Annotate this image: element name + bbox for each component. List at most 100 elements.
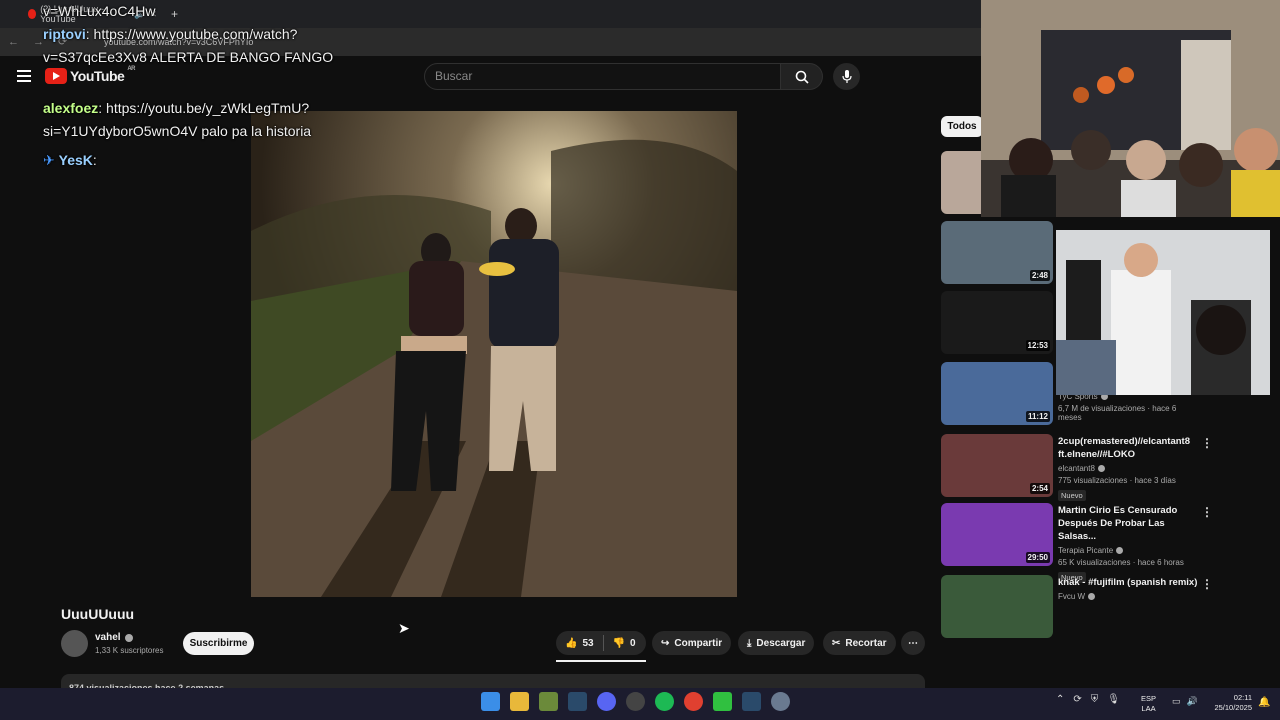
duration-badge: 29:50 [1025,552,1050,563]
network-icon: ▭ [1172,696,1181,706]
volume-icon: 🔊 [1186,696,1198,706]
related-video-info[interactable]: 2cup(remastered)//elcantant8 ft.elnene//… [1058,435,1198,503]
chat-line: riptovi: https://www.youtube.com/watch? [43,26,298,42]
chat-line: ✈ YesK: [43,152,97,168]
divider [602,635,604,651]
sidebar-scrollbar[interactable] [1270,222,1280,688]
minecraft-icon[interactable] [539,692,558,711]
duration-badge: 11:12 [1025,411,1050,422]
like-icon[interactable]: 👍 [565,638,577,649]
like-ratio-bar [556,660,646,662]
video-title: UuuUUuuu [61,606,135,622]
related-video-thumbnail[interactable]: 11:12 [941,362,1053,425]
related-video-meta: 775 visualizaciones · hace 3 días [1058,476,1176,485]
related-video-thumbnail[interactable]: 2:54 [941,434,1053,497]
related-video-channel[interactable]: Fvcu W [1058,592,1198,601]
dislike-count[interactable]: 0 [630,638,636,649]
microphone-tray-icon[interactable]: 🎙 [1107,694,1120,705]
voice-search-button[interactable] [833,63,860,90]
microphone-icon [841,69,852,83]
download-button[interactable]: ⤓ Descargar [738,631,815,655]
video-menu-icon[interactable]: ⋮ [1201,436,1213,450]
related-video-info[interactable]: knak - #fujifilm (spanish remix) Fvcu W [1058,576,1198,601]
subscribe-button[interactable]: Suscribirme [183,632,254,655]
video-player[interactable] [251,111,737,597]
webcam-scene-2 [1056,230,1280,395]
webcam-scene [981,0,1280,217]
dislike-icon[interactable]: 👎 [613,638,625,649]
verified-icon [1116,547,1124,554]
verified-icon [1088,593,1096,600]
taskbar-apps [481,692,790,711]
related-video-title[interactable]: Martin Cirio Es Censurado Después De Pro… [1058,504,1198,543]
share-icon: ↪ [661,637,670,649]
steam-2-icon[interactable] [742,692,761,711]
related-video-channel[interactable]: Terapia Picante [1058,546,1198,555]
chat-line: v=WhLux4oC4Hw [43,3,156,19]
search-icon [795,70,809,84]
mouse-cursor-icon: ➤ [398,620,410,636]
related-video-channel[interactable]: elcantant8 [1058,464,1198,473]
tray-status[interactable]: ▭ 🔊 [1172,696,1198,707]
duration-badge: 12:53 [1025,340,1050,351]
download-icon: ⤓ [747,637,752,649]
verified-icon [124,633,133,642]
related-video-thumbnail[interactable]: 2:48 [941,221,1053,284]
related-video-title[interactable]: knak - #fujifilm (spanish remix) [1058,576,1198,589]
system-tray: ⌃ ⟳ ⛨ 🎙 [1056,694,1120,705]
spotify-icon[interactable] [655,692,674,711]
share-button[interactable]: ↪ Compartir [652,631,732,655]
video-frame [251,111,737,597]
discord-icon[interactable] [597,692,616,711]
chat-line: si=Y1UYdyborO5wnO4V palo pa la historia [43,123,312,139]
webcam-overlay-players [1056,230,1280,395]
channel-name[interactable]: vahel [95,632,121,643]
settings-gear-icon[interactable] [771,692,790,711]
file-explorer-icon[interactable] [510,692,529,711]
related-video-title[interactable]: 2cup(remastered)//elcantant8 ft.elnene//… [1058,435,1198,461]
like-dislike-group: 👍 53 👎 0 [556,631,646,655]
search-button[interactable] [781,63,823,90]
verified-icon [1097,465,1105,472]
chrome-icon[interactable] [684,692,703,711]
clock[interactable]: 02:11 25/10/2025 [1207,693,1252,713]
stream-chat-overlay: v=WhLux4oC4Hw riptovi: https://www.youtu… [43,0,383,172]
start-windows-icon[interactable] [481,692,500,711]
notification-bell-icon[interactable]: 🔔 [1258,697,1270,708]
language-indicator[interactable]: ESP LAA [1141,694,1156,714]
clip-button[interactable]: ✂ Recortar [823,631,896,655]
chatgpt-icon[interactable] [626,692,645,711]
video-menu-icon[interactable]: ⋮ [1201,577,1213,591]
channel-name: Fvcu W [1058,592,1086,601]
related-video-meta: 65 K visualizaciones · hace 6 horas [1058,558,1184,567]
new-badge: Nuevo [1058,490,1086,501]
webcam-overlay-room [981,0,1280,217]
pin-icon: ✈ [43,152,55,168]
sync-icon[interactable]: ⟳ [1073,694,1081,705]
duration-badge: 2:54 [1029,483,1050,494]
channel-avatar[interactable] [61,630,88,657]
related-video-thumbnail[interactable]: 12:53 [941,291,1053,354]
related-video-info[interactable]: Martin Cirio Es Censurado Después De Pro… [1058,504,1198,585]
shield-icon[interactable]: ⛨ [1091,694,1099,705]
chat-line: alexfoez: https://youtu.be/y_zWkLegTmU? [43,100,310,116]
steam-icon[interactable] [568,692,587,711]
like-count[interactable]: 53 [582,638,593,649]
subscriber-count: 1,33 K suscriptores [95,646,164,655]
more-actions-button[interactable]: ⋯ [901,631,925,655]
channel-name-row[interactable]: vahel [95,632,133,643]
hamburger-menu-icon[interactable] [17,70,31,82]
related-video-thumbnail[interactable] [941,575,1053,638]
video-menu-icon[interactable]: ⋮ [1201,505,1213,519]
youtube-favicon-icon [28,9,37,19]
chevron-up-icon[interactable]: ⌃ [1056,694,1064,705]
channel-name: Terapia Picante [1058,546,1114,555]
chat-line: v=S37qcEe3Xv8 ALERTA DE BANGO FANGO [43,49,334,65]
kick-icon[interactable] [713,692,732,711]
duration-badge: 2:48 [1029,270,1050,281]
channel-name: elcantant8 [1058,464,1095,473]
filter-chip-all[interactable]: Todos [941,116,983,137]
search-input[interactable]: Buscar [424,63,781,90]
related-video-thumbnail[interactable]: 29:50 [941,503,1053,566]
scissors-icon: ✂ [832,637,841,649]
